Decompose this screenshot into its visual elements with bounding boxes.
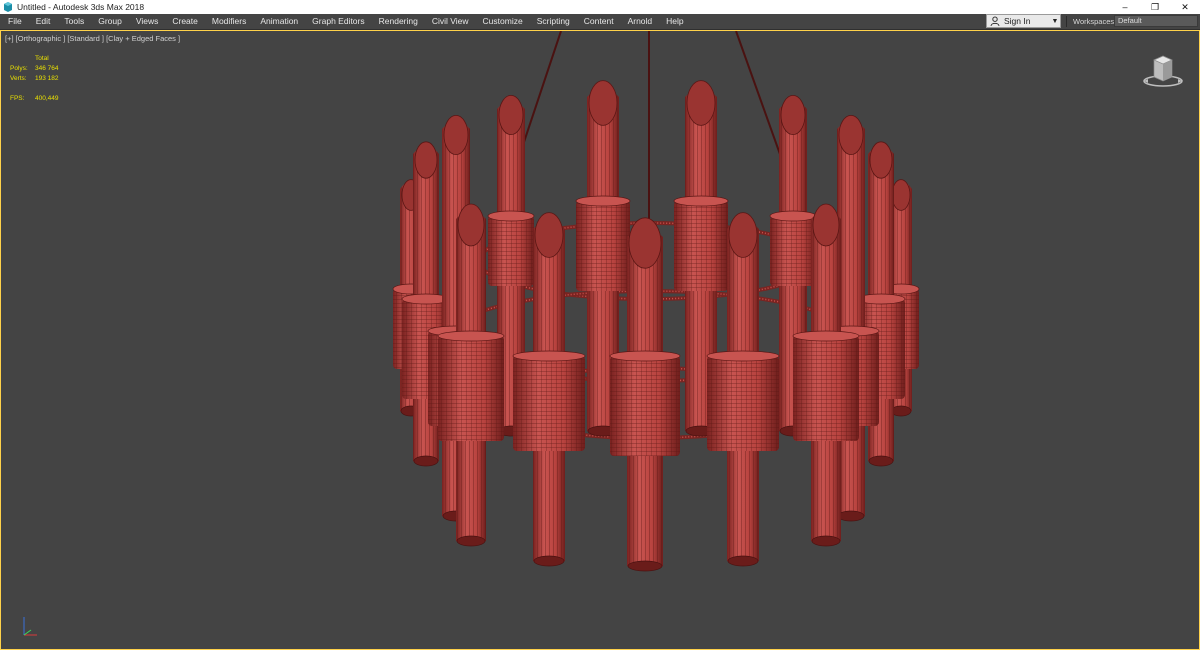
tube-bottom — [868, 455, 894, 467]
menu-help[interactable]: Help — [659, 14, 690, 29]
window-title: Untitled - Autodesk 3ds Max 2018 — [17, 2, 145, 12]
tube-bottom — [533, 555, 565, 567]
tube-bottom — [811, 535, 841, 547]
tube-cut — [838, 115, 864, 156]
menu-views[interactable]: Views — [129, 14, 166, 29]
tube-cut — [686, 80, 716, 126]
tube-cut — [588, 80, 618, 126]
menu-scripting[interactable]: Scripting — [530, 14, 577, 29]
menu-tools[interactable]: Tools — [57, 14, 91, 29]
tube-bottom — [727, 555, 759, 567]
menu-customize[interactable]: Customize — [476, 14, 530, 29]
menu-modifiers[interactable]: Modifiers — [205, 14, 253, 29]
sleeve-wireframe — [576, 201, 630, 291]
sleeve-top — [487, 210, 535, 222]
tube-bottom — [837, 510, 865, 522]
sleeve-top — [706, 350, 780, 362]
tube-cut — [414, 141, 438, 179]
tube-bottom — [627, 560, 663, 572]
sleeve-top — [512, 350, 586, 362]
sleeve-top — [609, 350, 681, 362]
sign-in-button[interactable]: Sign In ▼ — [986, 14, 1061, 28]
tube-bottom — [456, 535, 486, 547]
sleeve-top — [769, 210, 817, 222]
restore-button[interactable]: ❐ — [1140, 0, 1170, 14]
menu-content[interactable]: Content — [577, 14, 621, 29]
workspaces-dropdown[interactable]: Default — [1114, 15, 1198, 27]
sleeve-wireframe — [793, 336, 859, 441]
axis-tripod-icon — [19, 613, 41, 639]
menu-animation[interactable]: Animation — [253, 14, 305, 29]
menu-rendering[interactable]: Rendering — [372, 14, 425, 29]
tube-cut — [780, 95, 806, 136]
sleeve-wireframe — [610, 356, 680, 456]
tube-cut — [534, 212, 564, 258]
tube-bottom — [413, 455, 439, 467]
sign-in-label: Sign In — [1004, 16, 1031, 26]
menu-create[interactable]: Create — [165, 14, 205, 29]
sleeve-top — [437, 330, 505, 342]
sleeve-wireframe — [488, 216, 534, 286]
chandelier-model[interactable] — [1, 31, 1199, 649]
tube-cut — [498, 95, 524, 136]
sleeve-wireframe — [707, 356, 779, 451]
tube-wireframe — [837, 121, 865, 520]
app-window: Untitled - Autodesk 3ds Max 2018 – ❐ ✕ F… — [0, 0, 1200, 650]
menu-file[interactable]: File — [0, 14, 29, 29]
menu-edit[interactable]: Edit — [29, 14, 58, 29]
sleeve-wireframe — [674, 201, 728, 291]
sleeve-top — [575, 195, 631, 207]
sleeve-wireframe — [438, 336, 504, 441]
chevron-down-icon[interactable]: ▼ — [1050, 18, 1060, 25]
menu-group[interactable]: Group — [91, 14, 129, 29]
user-icon — [990, 16, 1001, 27]
tube-cut — [457, 203, 485, 247]
3dsmax-logo-icon — [2, 2, 13, 12]
tube-cut — [728, 212, 758, 258]
sleeve-wireframe — [770, 216, 816, 286]
window-controls: – ❐ ✕ — [1110, 0, 1200, 14]
minimize-button[interactable]: – — [1110, 0, 1140, 14]
menu-civil-view[interactable]: Civil View — [425, 14, 476, 29]
tube-cut — [443, 115, 469, 156]
workspaces-label: Workspaces: — [1073, 17, 1117, 26]
menu-graph-editors[interactable]: Graph Editors — [305, 14, 371, 29]
perspective-viewport[interactable]: [+] [Orthographic ] [Standard ] [Clay + … — [0, 30, 1200, 650]
tube-cut — [891, 179, 911, 211]
tube-cut — [812, 203, 840, 247]
sleeve-wireframe — [513, 356, 585, 451]
tube-cut — [628, 217, 662, 269]
menu-separator — [1066, 16, 1067, 27]
title-bar: Untitled - Autodesk 3ds Max 2018 – ❐ ✕ — [0, 0, 1200, 14]
close-button[interactable]: ✕ — [1170, 0, 1200, 14]
sleeve-top — [673, 195, 729, 207]
tube-cut — [869, 141, 893, 179]
menu-arnold[interactable]: Arnold — [621, 14, 660, 29]
sleeve-top — [792, 330, 860, 342]
